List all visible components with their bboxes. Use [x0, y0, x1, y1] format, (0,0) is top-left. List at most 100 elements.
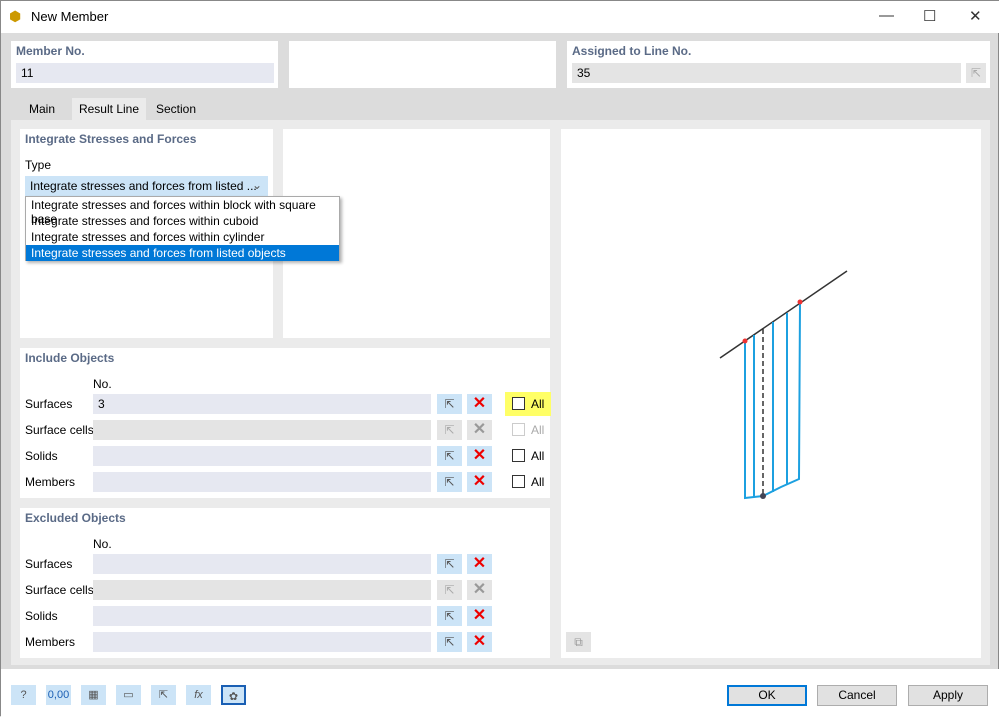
select-object-icon[interactable]: ⇱	[151, 685, 176, 705]
clear-button[interactable]: ✕	[467, 446, 492, 466]
clear-button[interactable]: ✕	[467, 472, 492, 492]
delete-x-icon: ✕	[472, 395, 487, 412]
clear-button[interactable]: ✕	[467, 580, 492, 600]
objects-input[interactable]	[93, 580, 431, 600]
all-label: All	[531, 423, 545, 437]
tab-section[interactable]: Section	[146, 98, 206, 120]
all-checkbox[interactable]	[512, 423, 525, 436]
help-icon[interactable]: ?	[11, 685, 36, 705]
include-title: Include Objects	[25, 351, 115, 365]
member-no-label: Member No.	[16, 44, 85, 58]
row-label: Solids	[25, 449, 58, 463]
option-block[interactable]: Integrate stresses and forces within blo…	[26, 197, 339, 226]
all-checkbox-wrap[interactable]: All	[505, 444, 551, 468]
assigned-input[interactable]: 35	[572, 63, 961, 83]
all-checkbox-wrap[interactable]: All	[505, 392, 551, 416]
member-no-input[interactable]: 11	[16, 63, 274, 83]
pick-objects-button[interactable]: ⇱	[437, 554, 462, 574]
option-listed-objects[interactable]: Integrate stresses and forces from liste…	[26, 245, 339, 261]
all-checkbox[interactable]	[512, 475, 525, 488]
delete-x-icon: ✕	[472, 421, 487, 438]
objects-input[interactable]	[93, 632, 431, 652]
type-select[interactable]: Integrate stresses and forces from liste…	[25, 176, 268, 196]
window-title: New Member	[31, 9, 109, 24]
line-axis	[719, 270, 848, 359]
graphic-preview: ⧉	[561, 129, 981, 658]
row-label: Surfaces	[25, 557, 73, 571]
objects-input[interactable]	[93, 606, 431, 626]
row-label: Surface cells	[25, 583, 94, 597]
objects-input[interactable]	[93, 420, 431, 440]
all-checkbox[interactable]	[512, 449, 525, 462]
type-selected: Integrate stresses and forces from liste…	[30, 179, 257, 193]
delete-x-icon: ✕	[472, 473, 487, 490]
maximize-button[interactable]: ☐	[923, 7, 936, 25]
app-icon: ⬢	[9, 8, 22, 24]
pick-objects-button[interactable]: ⇱	[437, 632, 462, 652]
assigned-label: Assigned to Line No.	[572, 44, 692, 58]
view-icon[interactable]: ▭	[116, 685, 141, 705]
type-dropdown-list: Integrate stresses and forces within blo…	[25, 196, 340, 261]
display-properties-icon[interactable]: ▦	[81, 685, 106, 705]
brain-icon[interactable]: ✿	[221, 685, 246, 705]
tab-result-line[interactable]: Result Line	[72, 98, 146, 120]
row-label: Surfaces	[25, 397, 73, 411]
ok-button[interactable]: OK	[727, 685, 807, 706]
include-panel: Include Objects No. Surfaces 3 ⇱ ✕ All Su…	[20, 348, 551, 498]
function-icon[interactable]: fx	[186, 685, 211, 705]
exclude-title: Excluded Objects	[25, 511, 126, 525]
option-cylinder[interactable]: Integrate stresses and forces within cyl…	[26, 229, 339, 245]
delete-x-icon: ✕	[472, 555, 487, 572]
exclude-panel: Excluded Objects No. Surfaces ⇱ ✕ Surface…	[20, 508, 550, 658]
all-checkbox[interactable]	[512, 397, 525, 410]
objects-input[interactable]: 3	[93, 394, 431, 414]
end-node	[797, 299, 803, 305]
pick-objects-button[interactable]: ⇱	[437, 580, 462, 600]
title-bar: ⬢ New Member — ☐ ✕	[1, 1, 999, 33]
cancel-button[interactable]: Cancel	[817, 685, 897, 706]
all-label: All	[531, 449, 545, 463]
option-cuboid[interactable]: Integrate stresses and forces within cub…	[26, 213, 339, 229]
minimize-button[interactable]: —	[879, 7, 894, 24]
assigned-panel: Assigned to Line No. 35 ⇱	[567, 41, 990, 88]
blank-panel	[289, 41, 556, 88]
member-no-panel: Member No. 11	[11, 41, 278, 88]
apply-button[interactable]: Apply	[908, 685, 988, 706]
delete-x-icon: ✕	[472, 447, 487, 464]
all-checkbox-wrap[interactable]: All	[505, 418, 551, 442]
exclude-no-header: No.	[93, 537, 112, 551]
integrate-title: Integrate Stresses and Forces	[25, 132, 197, 146]
member-diagram	[719, 270, 848, 500]
include-no-header: No.	[93, 377, 112, 391]
objects-input[interactable]	[93, 472, 431, 492]
delete-x-icon: ✕	[472, 633, 487, 650]
delete-x-icon: ✕	[472, 607, 487, 624]
row-label: Solids	[25, 609, 58, 623]
delete-x-icon: ✕	[472, 581, 487, 598]
all-label: All	[531, 397, 545, 411]
clear-button[interactable]: ✕	[467, 554, 492, 574]
pick-objects-button[interactable]: ⇱	[437, 446, 462, 466]
view-options-icon[interactable]: ⧉	[566, 632, 591, 652]
all-checkbox-wrap[interactable]: All	[505, 470, 551, 494]
row-label: Members	[25, 475, 76, 489]
clear-button[interactable]: ✕	[467, 394, 492, 414]
close-button[interactable]: ✕	[969, 7, 982, 25]
chevron-down-icon: ⌄	[251, 178, 262, 192]
row-label: Members	[25, 635, 76, 649]
pick-objects-button[interactable]: ⇱	[437, 420, 462, 440]
clear-button[interactable]: ✕	[467, 420, 492, 440]
type-label: Type	[25, 158, 52, 172]
clear-button[interactable]: ✕	[467, 606, 492, 626]
objects-input[interactable]	[93, 554, 431, 574]
pick-objects-button[interactable]: ⇱	[437, 606, 462, 626]
tab-main[interactable]: Main	[13, 98, 71, 120]
pick-objects-button[interactable]: ⇱	[437, 394, 462, 414]
objects-input[interactable]	[93, 446, 431, 466]
pick-objects-button[interactable]: ⇱	[437, 472, 462, 492]
decimal-places-icon[interactable]: 0,00	[46, 685, 71, 705]
pick-line-button[interactable]: ⇱	[966, 63, 986, 83]
clear-button[interactable]: ✕	[467, 632, 492, 652]
result-diagram	[744, 301, 801, 500]
start-node	[742, 338, 748, 344]
